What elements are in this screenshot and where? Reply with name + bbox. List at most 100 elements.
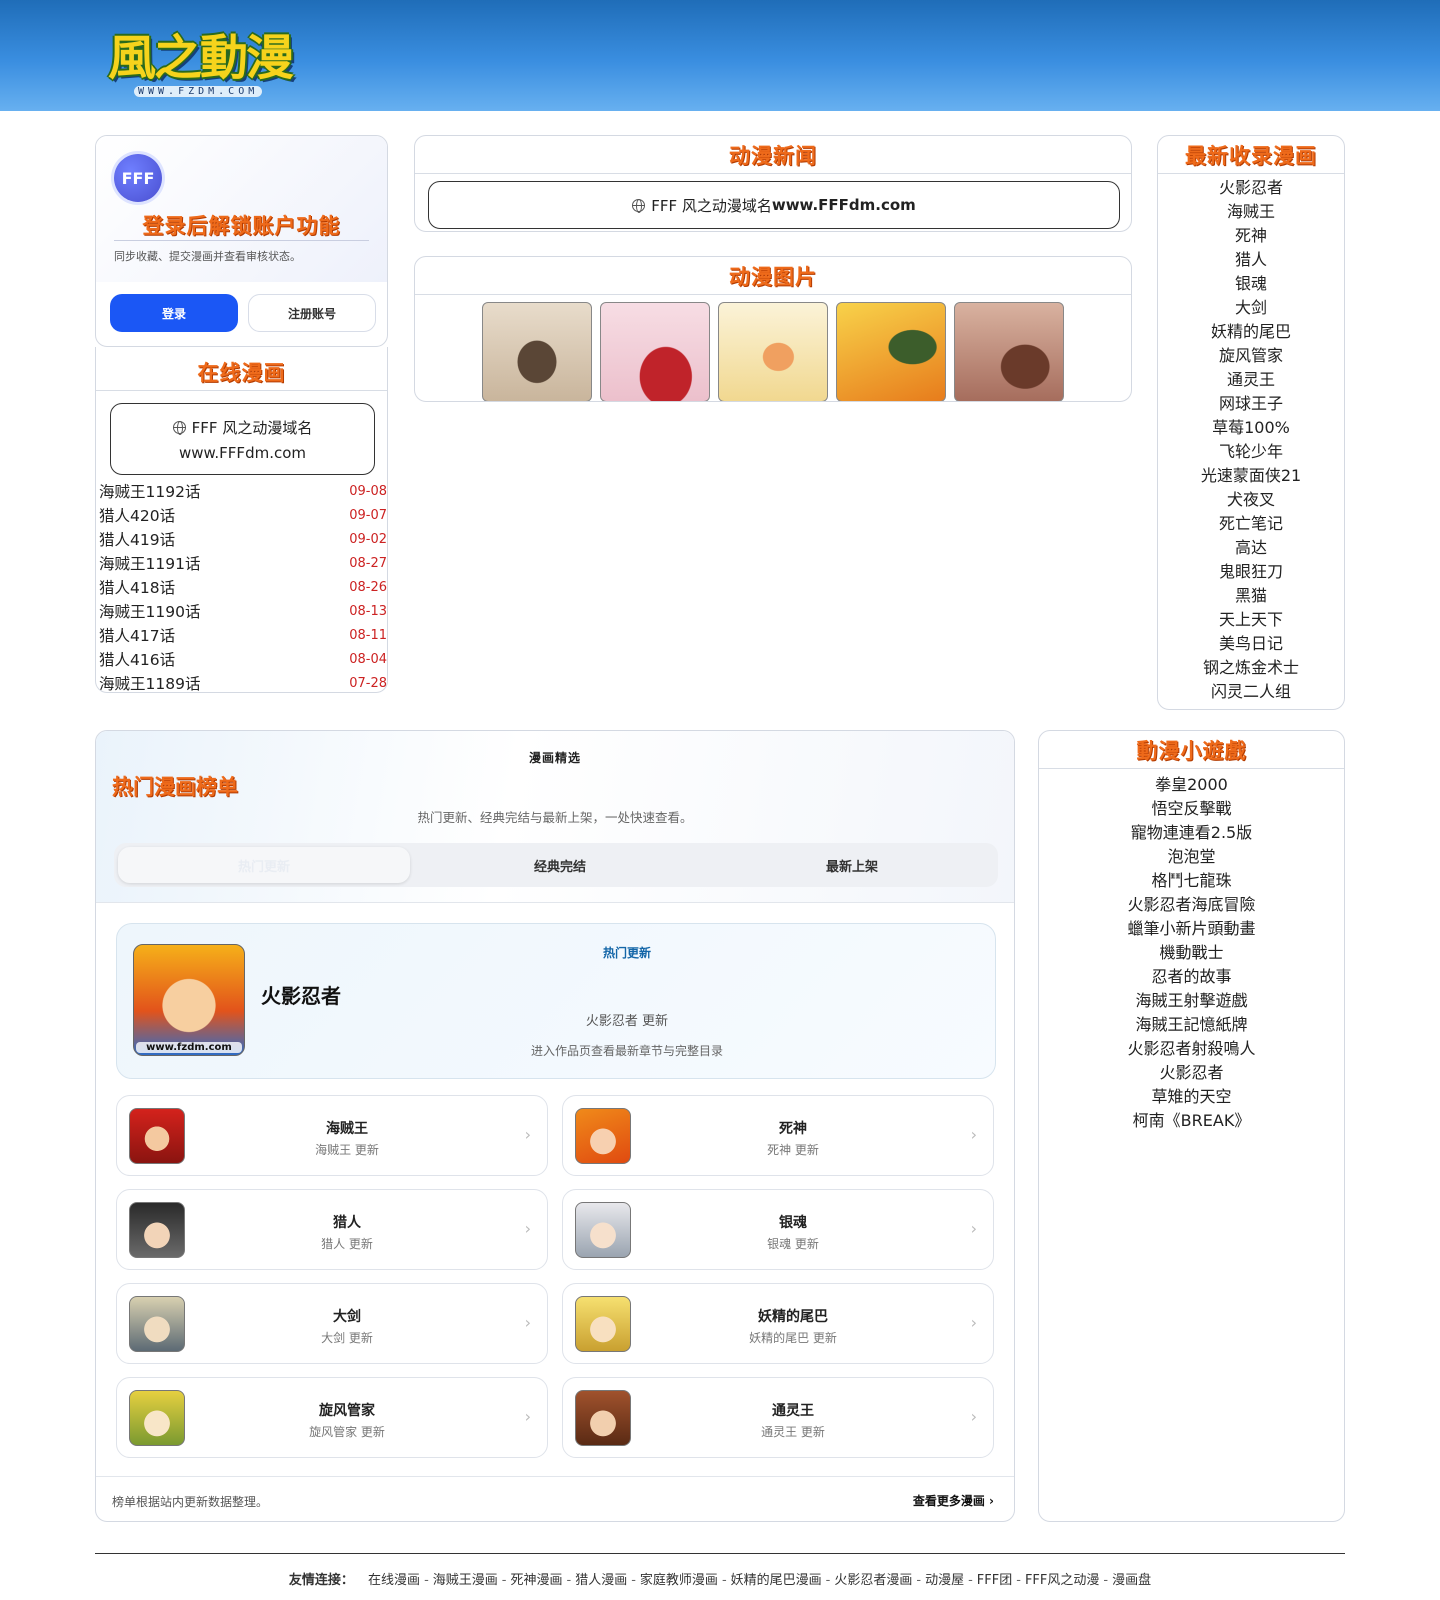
latest-manga-link[interactable]: 大剑 bbox=[1158, 296, 1344, 320]
game-link[interactable]: 格鬥七龍珠 bbox=[1039, 869, 1344, 893]
picture-thumbnail[interactable] bbox=[482, 302, 592, 401]
ranking-item[interactable]: 大剑 大剑 更新 › bbox=[116, 1283, 548, 1364]
register-button[interactable]: 注册账号 bbox=[248, 294, 376, 332]
chapter-link[interactable]: 海贼王1191话 bbox=[99, 552, 200, 574]
latest-manga-link[interactable]: 犬夜叉 bbox=[1158, 488, 1344, 512]
view-more-link[interactable]: 查看更多漫画 › bbox=[913, 1492, 994, 1509]
latest-manga-link[interactable]: 妖精的尾巴 bbox=[1158, 320, 1344, 344]
chapter-link[interactable]: 猎人419话 bbox=[99, 528, 175, 550]
footer-link[interactable]: FFF团 bbox=[977, 1573, 1012, 1588]
chapter-link[interactable]: 猎人418话 bbox=[99, 576, 175, 598]
tab-new-arrivals[interactable]: 最新上架 bbox=[706, 843, 998, 887]
chapter-link[interactable]: 猎人416话 bbox=[99, 648, 175, 670]
footer-link[interactable]: 死神漫画 bbox=[510, 1573, 562, 1588]
online-manga-item[interactable]: 猎人419话 09-02 bbox=[99, 527, 387, 551]
game-link[interactable]: 忍者的故事 bbox=[1039, 965, 1344, 989]
online-manga-item[interactable]: 海贼王1189话 07-28 bbox=[99, 671, 387, 692]
chapter-link[interactable]: 猎人417话 bbox=[99, 624, 175, 646]
ranking-item[interactable]: 死神 死神 更新 › bbox=[562, 1095, 994, 1176]
login-button[interactable]: 登录 bbox=[110, 294, 238, 332]
game-link[interactable]: 柯南《BREAK》 bbox=[1039, 1109, 1344, 1133]
manga-update: 大剑 更新 bbox=[321, 1331, 373, 1345]
footer-link[interactable]: 漫画盘 bbox=[1112, 1573, 1151, 1588]
ranking-item[interactable]: 猎人 猎人 更新 › bbox=[116, 1189, 548, 1270]
ranking-item[interactable]: 海贼王 海贼王 更新 › bbox=[116, 1095, 548, 1176]
footer-link[interactable]: 动漫屋 bbox=[925, 1573, 964, 1588]
ranking-item[interactable]: 银魂 银魂 更新 › bbox=[562, 1189, 994, 1270]
online-manga-item[interactable]: 海贼王1191话 08-27 bbox=[99, 551, 387, 575]
manga-name: 通灵王 bbox=[772, 1403, 814, 1419]
latest-manga-link[interactable]: 鬼眼狂刀 bbox=[1158, 560, 1344, 584]
latest-manga-link[interactable]: 天上天下 bbox=[1158, 608, 1344, 632]
ranking-item[interactable]: 通灵王 通灵王 更新 › bbox=[562, 1377, 994, 1458]
online-manga-item[interactable]: 猎人420话 09-07 bbox=[99, 503, 387, 527]
chapter-date: 08-13 bbox=[349, 603, 387, 619]
link-separator: - bbox=[916, 1573, 922, 1588]
link-separator: - bbox=[825, 1573, 831, 1588]
news-domain-notice[interactable]: FFF 风之动漫域名 www.FFFdm.com bbox=[428, 181, 1120, 229]
game-link[interactable]: 寵物連連看2.5版 bbox=[1039, 821, 1344, 845]
game-link[interactable]: 泡泡堂 bbox=[1039, 845, 1344, 869]
chapter-link[interactable]: 海贼王1190话 bbox=[99, 600, 200, 622]
footer-link[interactable]: 猎人漫画 bbox=[575, 1573, 627, 1588]
latest-manga-link[interactable]: 死亡笔记 bbox=[1158, 512, 1344, 536]
game-link[interactable]: 海賊王記憶紙牌 bbox=[1039, 1013, 1344, 1037]
latest-manga-link[interactable]: 草莓100% bbox=[1158, 416, 1344, 440]
pictures-header: 动漫图片 bbox=[415, 257, 1131, 295]
latest-manga-link[interactable]: 海贼王 bbox=[1158, 200, 1344, 224]
manga-name: 大剑 bbox=[333, 1309, 361, 1325]
latest-manga-link[interactable]: 高达 bbox=[1158, 536, 1344, 560]
latest-manga-link[interactable]: 火影忍者 bbox=[1158, 176, 1344, 200]
tab-classic-completed[interactable]: 经典完结 bbox=[414, 843, 706, 887]
ranking-item[interactable]: 旋风管家 旋风管家 更新 › bbox=[116, 1377, 548, 1458]
game-link[interactable]: 蠟筆小新片頭動畫 bbox=[1039, 917, 1344, 941]
domain-notice[interactable]: FFF 风之动漫域名 www.FFFdm.com bbox=[110, 403, 375, 475]
picture-thumbnail[interactable] bbox=[836, 302, 946, 401]
latest-manga-link[interactable]: 通灵王 bbox=[1158, 368, 1344, 392]
footer-link[interactable]: 在线漫画 bbox=[368, 1573, 420, 1588]
site-logo[interactable]: 風之動漫 WWW.FZDM.COM bbox=[104, 14, 304, 106]
picture-thumbnail[interactable] bbox=[954, 302, 1064, 401]
chapter-link[interactable]: 海贼王1189话 bbox=[99, 672, 200, 692]
latest-manga-link[interactable]: 猎人 bbox=[1158, 248, 1344, 272]
latest-manga-link[interactable]: 死神 bbox=[1158, 224, 1344, 248]
footer-link[interactable]: 妖精的尾巴漫画 bbox=[731, 1573, 822, 1588]
online-manga-item[interactable]: 猎人416话 08-04 bbox=[99, 647, 387, 671]
online-manga-item[interactable]: 猎人418话 08-26 bbox=[99, 575, 387, 599]
game-link[interactable]: 悟空反擊戰 bbox=[1039, 797, 1344, 821]
online-manga-item[interactable]: 海贼王1190话 08-13 bbox=[99, 599, 387, 623]
online-manga-item[interactable]: 海贼王1192话 09-08 bbox=[99, 479, 387, 503]
picture-thumbnail[interactable] bbox=[600, 302, 710, 401]
chapter-link[interactable]: 猎人420话 bbox=[99, 504, 175, 526]
game-link[interactable]: 火影忍者 bbox=[1039, 1061, 1344, 1085]
latest-manga-link[interactable]: 闪灵二人组 bbox=[1158, 680, 1344, 704]
latest-manga-link[interactable]: 银魂 bbox=[1158, 272, 1344, 296]
footer-link[interactable]: 海贼王漫画 bbox=[433, 1573, 498, 1588]
picture-thumbnail[interactable] bbox=[718, 302, 828, 401]
pictures-title: 动漫图片 bbox=[729, 264, 817, 289]
latest-manga-link[interactable]: 美鸟日记 bbox=[1158, 632, 1344, 656]
latest-manga-link[interactable]: 钢之炼金术士 bbox=[1158, 656, 1344, 680]
game-link[interactable]: 草雉的天空 bbox=[1039, 1085, 1344, 1109]
game-link[interactable]: 海賊王射擊遊戲 bbox=[1039, 989, 1344, 1013]
latest-manga-link[interactable]: 旋风管家 bbox=[1158, 344, 1344, 368]
footer-link[interactable]: FFF风之动漫 bbox=[1025, 1573, 1099, 1588]
news-notice-domain: www.FFFdm.com bbox=[771, 196, 916, 214]
tab-hot-updates[interactable]: 热门更新 bbox=[118, 847, 410, 883]
footer-link[interactable]: 火影忍者漫画 bbox=[834, 1573, 912, 1588]
chapter-link[interactable]: 海贼王1192话 bbox=[99, 480, 200, 502]
manga-cover bbox=[129, 1108, 185, 1164]
game-link[interactable]: 火影忍者射殺鳴人 bbox=[1039, 1037, 1344, 1061]
game-link[interactable]: 機動戰士 bbox=[1039, 941, 1344, 965]
game-link[interactable]: 拳皇2000 bbox=[1039, 773, 1344, 797]
latest-manga-link[interactable]: 网球王子 bbox=[1158, 392, 1344, 416]
online-manga-item[interactable]: 猎人417话 08-11 bbox=[99, 623, 387, 647]
latest-manga-link[interactable]: 光速蒙面侠21 bbox=[1158, 464, 1344, 488]
footer-link[interactable]: 家庭教师漫画 bbox=[640, 1573, 718, 1588]
latest-manga-link[interactable]: 飞轮少年 bbox=[1158, 440, 1344, 464]
latest-manga-link[interactable]: 黑猫 bbox=[1158, 584, 1344, 608]
game-link[interactable]: 火影忍者海底冒險 bbox=[1039, 893, 1344, 917]
featured-manga[interactable]: www.fzdm.com 火影忍者 热门更新 火影忍者 更新 进入作品页查看最新… bbox=[116, 923, 996, 1079]
ranking-tabs: 热门更新 经典完结 最新上架 bbox=[114, 843, 998, 887]
ranking-item[interactable]: 妖精的尾巴 妖精的尾巴 更新 › bbox=[562, 1283, 994, 1364]
